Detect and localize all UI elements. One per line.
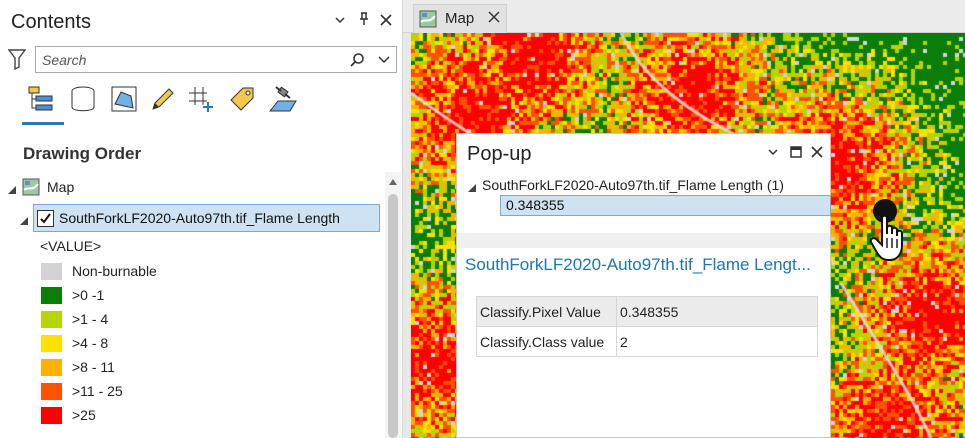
contents-title: Contents bbox=[11, 11, 92, 33]
list-by-snapping-icon[interactable] bbox=[186, 84, 216, 114]
popup-layer-link[interactable]: SouthForkLF2020-Auto97th.tif_Flame Lengt… bbox=[465, 255, 811, 275]
legend-swatch bbox=[41, 311, 62, 328]
legend-item[interactable]: >4 - 8 bbox=[40, 334, 340, 354]
tab-map[interactable]: Map bbox=[413, 4, 507, 33]
legend-swatch bbox=[41, 287, 62, 304]
popup-layer-item[interactable]: SouthForkLF2020-Auto97th.tif_Flame Lengt… bbox=[482, 177, 784, 193]
table-row: Classify.Class value 2 bbox=[476, 326, 818, 357]
popup-title: Pop-up bbox=[467, 143, 532, 165]
layer-row[interactable]: SouthForkLF2020-Auto97th.tif_Flame Lengt… bbox=[33, 204, 380, 232]
popup-window: Pop-up SouthForkLF2020-Auto97th.tif_Flam… bbox=[456, 133, 831, 438]
section-title: Drawing Order bbox=[23, 144, 142, 163]
popup-selected-feature[interactable]: 0.348355 bbox=[500, 195, 831, 216]
map-icon bbox=[22, 178, 40, 196]
contents-scrollbar[interactable] bbox=[385, 172, 401, 438]
scroll-thumb[interactable] bbox=[388, 194, 398, 438]
legend-swatch bbox=[41, 263, 62, 280]
list-by-data-source-icon[interactable] bbox=[68, 84, 98, 114]
map-tab-bar: Map bbox=[403, 0, 965, 33]
list-by-editing-icon[interactable] bbox=[147, 84, 177, 114]
list-by-drawing-order-icon[interactable] bbox=[26, 84, 56, 114]
legend-item[interactable]: >11 - 25 bbox=[40, 382, 340, 402]
list-by-perspective-imagery-icon[interactable] bbox=[268, 84, 298, 114]
search-box[interactable] bbox=[35, 46, 397, 73]
legend-item[interactable]: Non-burnable bbox=[40, 262, 340, 282]
legend-label: >0 -1 bbox=[72, 287, 105, 303]
legend-label: >11 - 25 bbox=[72, 383, 123, 399]
legend-item[interactable]: >25 bbox=[40, 406, 340, 426]
scroll-up-arrow-icon[interactable] bbox=[388, 174, 398, 185]
layer-tree: Map SouthForkLF2020-Auto97th.tif_Flame L… bbox=[0, 172, 385, 438]
layer-name: SouthForkLF2020-Auto97th.tif_Flame Lengt… bbox=[59, 210, 340, 226]
map-icon bbox=[419, 10, 437, 28]
pin-icon[interactable] bbox=[355, 12, 373, 32]
legend-label: >1 - 4 bbox=[72, 311, 109, 327]
attribute-name: Classify.Class value bbox=[476, 326, 617, 357]
legend-item[interactable]: >8 - 11 bbox=[40, 358, 340, 378]
legend-label: >4 - 8 bbox=[72, 335, 109, 351]
close-tab-icon[interactable] bbox=[484, 7, 504, 29]
popup-options-chevron-icon[interactable] bbox=[764, 144, 782, 164]
popup-collapse-triangle-icon[interactable] bbox=[467, 180, 477, 192]
attribute-value: 0.348355 bbox=[616, 296, 818, 327]
maximize-icon[interactable] bbox=[787, 144, 805, 164]
legend-item[interactable]: >1 - 4 bbox=[40, 310, 340, 330]
filter-icon[interactable] bbox=[7, 48, 27, 71]
map-node-label[interactable]: Map bbox=[47, 179, 74, 195]
contents-pane: Contents Search Drawing Order Map SouthF… bbox=[0, 0, 403, 438]
legend-swatch bbox=[41, 335, 62, 352]
pane-options-chevron-icon[interactable] bbox=[331, 12, 349, 32]
attribute-name: Classify.Pixel Value bbox=[476, 296, 617, 327]
layer-collapse-triangle-icon[interactable] bbox=[19, 213, 29, 225]
legend-label: Non-burnable bbox=[72, 263, 157, 279]
search-icon[interactable] bbox=[349, 52, 365, 68]
legend-label: >25 bbox=[72, 407, 96, 423]
contents-header: Contents bbox=[0, 0, 403, 44]
legend-swatch bbox=[41, 407, 62, 424]
popup-divider bbox=[457, 233, 830, 248]
attribute-table: Classify.Pixel Value 0.348355 Classify.C… bbox=[476, 296, 818, 357]
list-by-labeling-icon[interactable] bbox=[227, 84, 257, 114]
contents-toolbar bbox=[22, 84, 322, 124]
legend-label: >8 - 11 bbox=[72, 359, 115, 375]
active-tool-indicator bbox=[22, 122, 64, 125]
map-collapse-triangle-icon[interactable] bbox=[7, 182, 17, 194]
close-icon[interactable] bbox=[808, 144, 826, 164]
search-options-chevron-icon[interactable] bbox=[377, 52, 393, 68]
table-row: Classify.Pixel Value 0.348355 bbox=[476, 296, 818, 327]
hand-cursor-icon bbox=[868, 212, 910, 264]
close-icon[interactable] bbox=[377, 12, 395, 32]
legend-swatch bbox=[41, 359, 62, 376]
list-by-selection-icon[interactable] bbox=[109, 84, 139, 114]
attribute-value: 2 bbox=[616, 326, 818, 357]
legend-item[interactable]: >0 -1 bbox=[40, 286, 340, 306]
value-field-label: <VALUE> bbox=[40, 238, 102, 254]
search-input[interactable] bbox=[42, 50, 342, 70]
layer-visibility-checkbox[interactable] bbox=[37, 210, 54, 227]
legend-swatch bbox=[41, 383, 62, 400]
map-tab-label: Map bbox=[445, 10, 475, 27]
